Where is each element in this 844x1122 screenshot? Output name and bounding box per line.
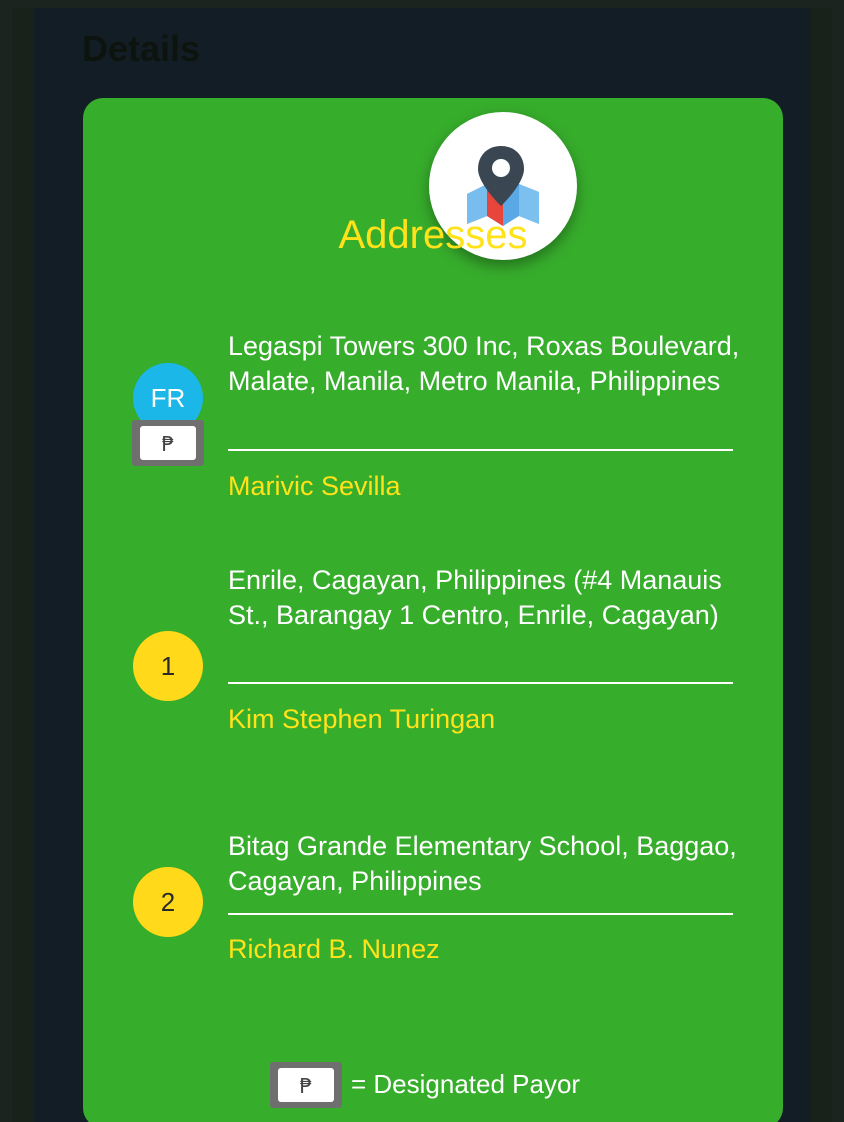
entry-marker: 2: [133, 867, 203, 937]
left-edge: [12, 8, 34, 1122]
entry-address: Legaspi Towers 300 Inc, Roxas Boulevard,…: [228, 331, 740, 396]
entry-marker: 1: [133, 631, 203, 701]
card-title: Addresses: [338, 213, 528, 257]
entry-name: Richard B. Nunez: [228, 934, 440, 964]
entry-address: Bitag Grande Elementary School, Baggao, …: [228, 831, 737, 896]
svg-text:₱: ₱: [300, 1074, 313, 1098]
right-edge: [810, 8, 832, 1122]
svg-text:₱: ₱: [162, 432, 175, 456]
entry-name: Marivic Sevilla: [228, 471, 401, 501]
address-entry[interactable]: 2 Bitag Grande Elementary School, Baggao…: [83, 826, 783, 986]
address-entry[interactable]: 1 Enrile, Cagayan, Philippines (#4 Manau…: [83, 560, 783, 745]
entry-name: Kim Stephen Turingan: [228, 704, 496, 734]
entry-address: Enrile, Cagayan, Philippines (#4 Manauis…: [228, 565, 722, 630]
screen: Details Addresses FR ₱ Legaspi Towers 30…: [12, 8, 832, 1122]
backdrop-title: Details: [82, 28, 201, 69]
peso-bill-icon: ₱: [132, 420, 204, 466]
entry-divider: [228, 913, 733, 915]
entry-divider: [228, 682, 733, 684]
address-entry[interactable]: FR ₱ Legaspi Towers 300 Inc, Roxas Boule…: [83, 323, 783, 508]
addresses-card: Addresses FR ₱ Legaspi Towers 300 Inc, R…: [83, 98, 783, 1122]
legend-text: = Designated Payor: [351, 1069, 581, 1099]
peso-bill-icon: ₱: [270, 1062, 342, 1108]
legend: ₱ = Designated Payor: [83, 1060, 783, 1110]
entry-divider: [228, 449, 733, 451]
